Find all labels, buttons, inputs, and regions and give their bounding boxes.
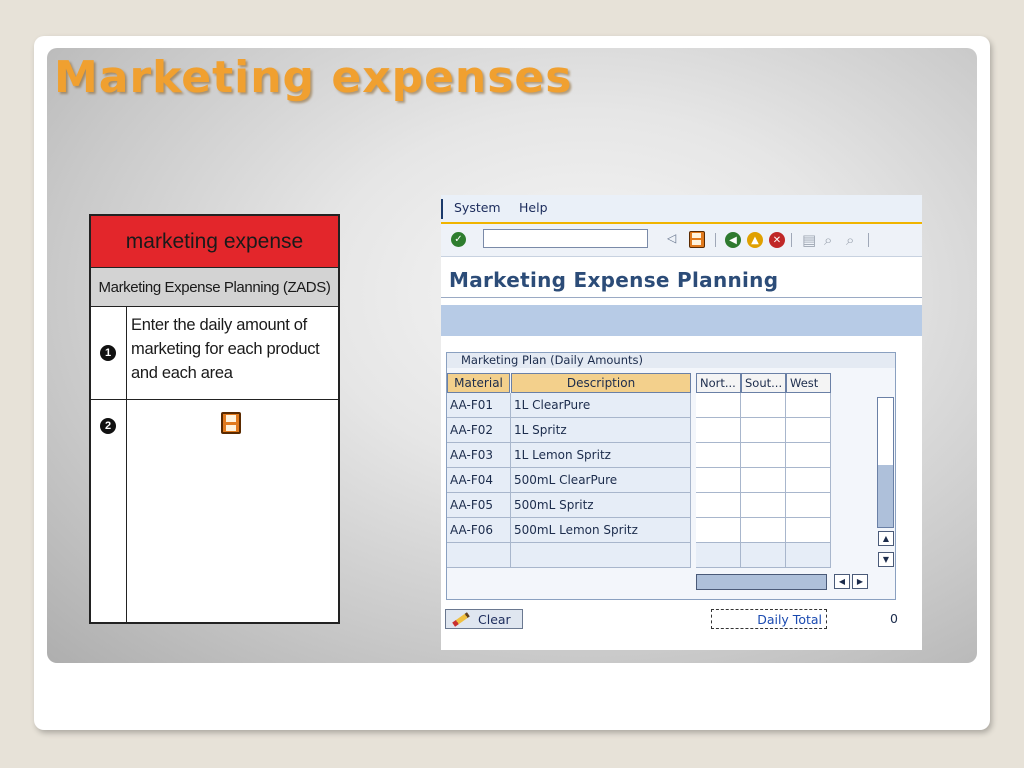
table-cell-empty xyxy=(786,543,831,568)
amount-input-north[interactable] xyxy=(696,468,741,493)
amount-input-south[interactable] xyxy=(741,493,786,518)
clear-label: Clear xyxy=(478,611,511,627)
enter-check-icon[interactable]: ✓ xyxy=(451,232,466,247)
amount-input-south[interactable] xyxy=(741,443,786,468)
column-header-north[interactable]: Nort... xyxy=(696,373,741,393)
table-cell-description: 500mL Lemon Spritz xyxy=(511,518,691,543)
table-cell-material: AA-F03 xyxy=(447,443,511,468)
table-cell-material: AA-F01 xyxy=(447,393,511,418)
scroll-left-icon[interactable]: ◀ xyxy=(834,574,850,589)
save-icon[interactable] xyxy=(689,231,705,248)
instruction-step-2: 2 xyxy=(91,400,338,622)
amount-input-north[interactable] xyxy=(696,493,741,518)
amount-input-north[interactable] xyxy=(696,393,741,418)
amount-input-west[interactable] xyxy=(786,393,831,418)
daily-total-value: 0 xyxy=(890,611,898,626)
amount-input-west[interactable] xyxy=(786,443,831,468)
screen-title: Marketing Expense Planning xyxy=(449,268,779,292)
scroll-right-icon[interactable]: ▶ xyxy=(852,574,868,589)
amount-input-west[interactable] xyxy=(786,468,831,493)
back-icon[interactable]: ◀ xyxy=(725,232,741,248)
menu-system[interactable]: System xyxy=(454,200,501,215)
instruction-header: marketing expense xyxy=(91,216,338,268)
daily-total-label: Daily Total xyxy=(711,609,827,629)
marketing-plan-group: Marketing Plan (Daily Amounts) Material … xyxy=(446,352,896,600)
cancel-icon[interactable]: ✕ xyxy=(769,232,785,248)
table-cell-description: 500mL Spritz xyxy=(511,493,691,518)
amount-input-west[interactable] xyxy=(786,493,831,518)
amount-input-north[interactable] xyxy=(696,443,741,468)
standard-toolbar: ✓ ◁ ◀ ▲ ✕ ▤ ⌕ ⌕ xyxy=(441,224,922,257)
amount-input-north[interactable] xyxy=(696,518,741,543)
table-cell-empty xyxy=(511,543,691,568)
horizontal-scrollbar[interactable] xyxy=(696,574,827,590)
instruction-table: marketing expense Marketing Expense Plan… xyxy=(89,214,340,624)
column-header-south[interactable]: Sout... xyxy=(741,373,786,393)
table-cell-material: AA-F02 xyxy=(447,418,511,443)
toolbar-separator xyxy=(868,233,869,247)
group-title: Marketing Plan (Daily Amounts) xyxy=(447,353,895,368)
command-field[interactable] xyxy=(483,229,648,248)
amount-input-south[interactable] xyxy=(741,393,786,418)
exit-icon[interactable]: ▲ xyxy=(747,232,763,248)
instruction-step-1: 1 Enter the daily amount of marketing fo… xyxy=(91,307,338,400)
table-cell-material: AA-F04 xyxy=(447,468,511,493)
amount-input-west[interactable] xyxy=(786,518,831,543)
vertical-scrollbar[interactable] xyxy=(877,397,894,528)
table-cell-description: 1L Lemon Spritz xyxy=(511,443,691,468)
toolbar-separator xyxy=(715,233,716,247)
instruction-subheader: Marketing Expense Planning (ZADS) xyxy=(91,268,338,307)
scroll-down-icon[interactable]: ▼ xyxy=(878,552,894,567)
column-header-west[interactable]: West xyxy=(786,373,831,393)
column-header-material[interactable]: Material xyxy=(447,373,510,393)
title-divider xyxy=(441,297,922,298)
application-toolbar xyxy=(441,305,922,336)
table-cell-description: 500mL ClearPure xyxy=(511,468,691,493)
amount-input-west[interactable] xyxy=(786,418,831,443)
column-header-description[interactable]: Description xyxy=(511,373,691,393)
menu-help[interactable]: Help xyxy=(519,200,548,215)
scroll-up-icon[interactable]: ▲ xyxy=(878,531,894,546)
amount-input-north[interactable] xyxy=(696,418,741,443)
table-cell-empty xyxy=(447,543,511,568)
table-cell-empty xyxy=(696,543,741,568)
amount-input-south[interactable] xyxy=(741,468,786,493)
table-cell-empty xyxy=(741,543,786,568)
step-number-2: 2 xyxy=(100,418,116,434)
scrollbar-thumb[interactable] xyxy=(878,465,893,527)
step-text-1: Enter the daily amount of marketing for … xyxy=(131,316,320,382)
menu-bar: System Help xyxy=(441,195,922,224)
save-icon xyxy=(221,412,241,434)
sap-window: System Help ✓ ◁ ◀ ▲ ✕ ▤ ⌕ ⌕ Marketing Ex… xyxy=(441,195,922,650)
table-cell-description: 1L Spritz xyxy=(511,418,691,443)
amount-input-south[interactable] xyxy=(741,518,786,543)
pencil-icon xyxy=(452,611,470,627)
slide-title: Marketing expenses xyxy=(54,52,573,103)
table-cell-material: AA-F06 xyxy=(447,518,511,543)
find-icon[interactable]: ⌕ xyxy=(824,231,832,249)
back-triangle-icon[interactable]: ◁ xyxy=(667,231,676,245)
table-cell-description: 1L ClearPure xyxy=(511,393,691,418)
amount-input-south[interactable] xyxy=(741,418,786,443)
toolbar-separator xyxy=(791,233,792,247)
find-next-icon[interactable]: ⌕ xyxy=(846,231,854,249)
clear-button[interactable]: Clear xyxy=(445,609,523,629)
table-cell-material: AA-F05 xyxy=(447,493,511,518)
step-number-1: 1 xyxy=(100,345,116,361)
print-icon[interactable]: ▤ xyxy=(802,231,816,249)
